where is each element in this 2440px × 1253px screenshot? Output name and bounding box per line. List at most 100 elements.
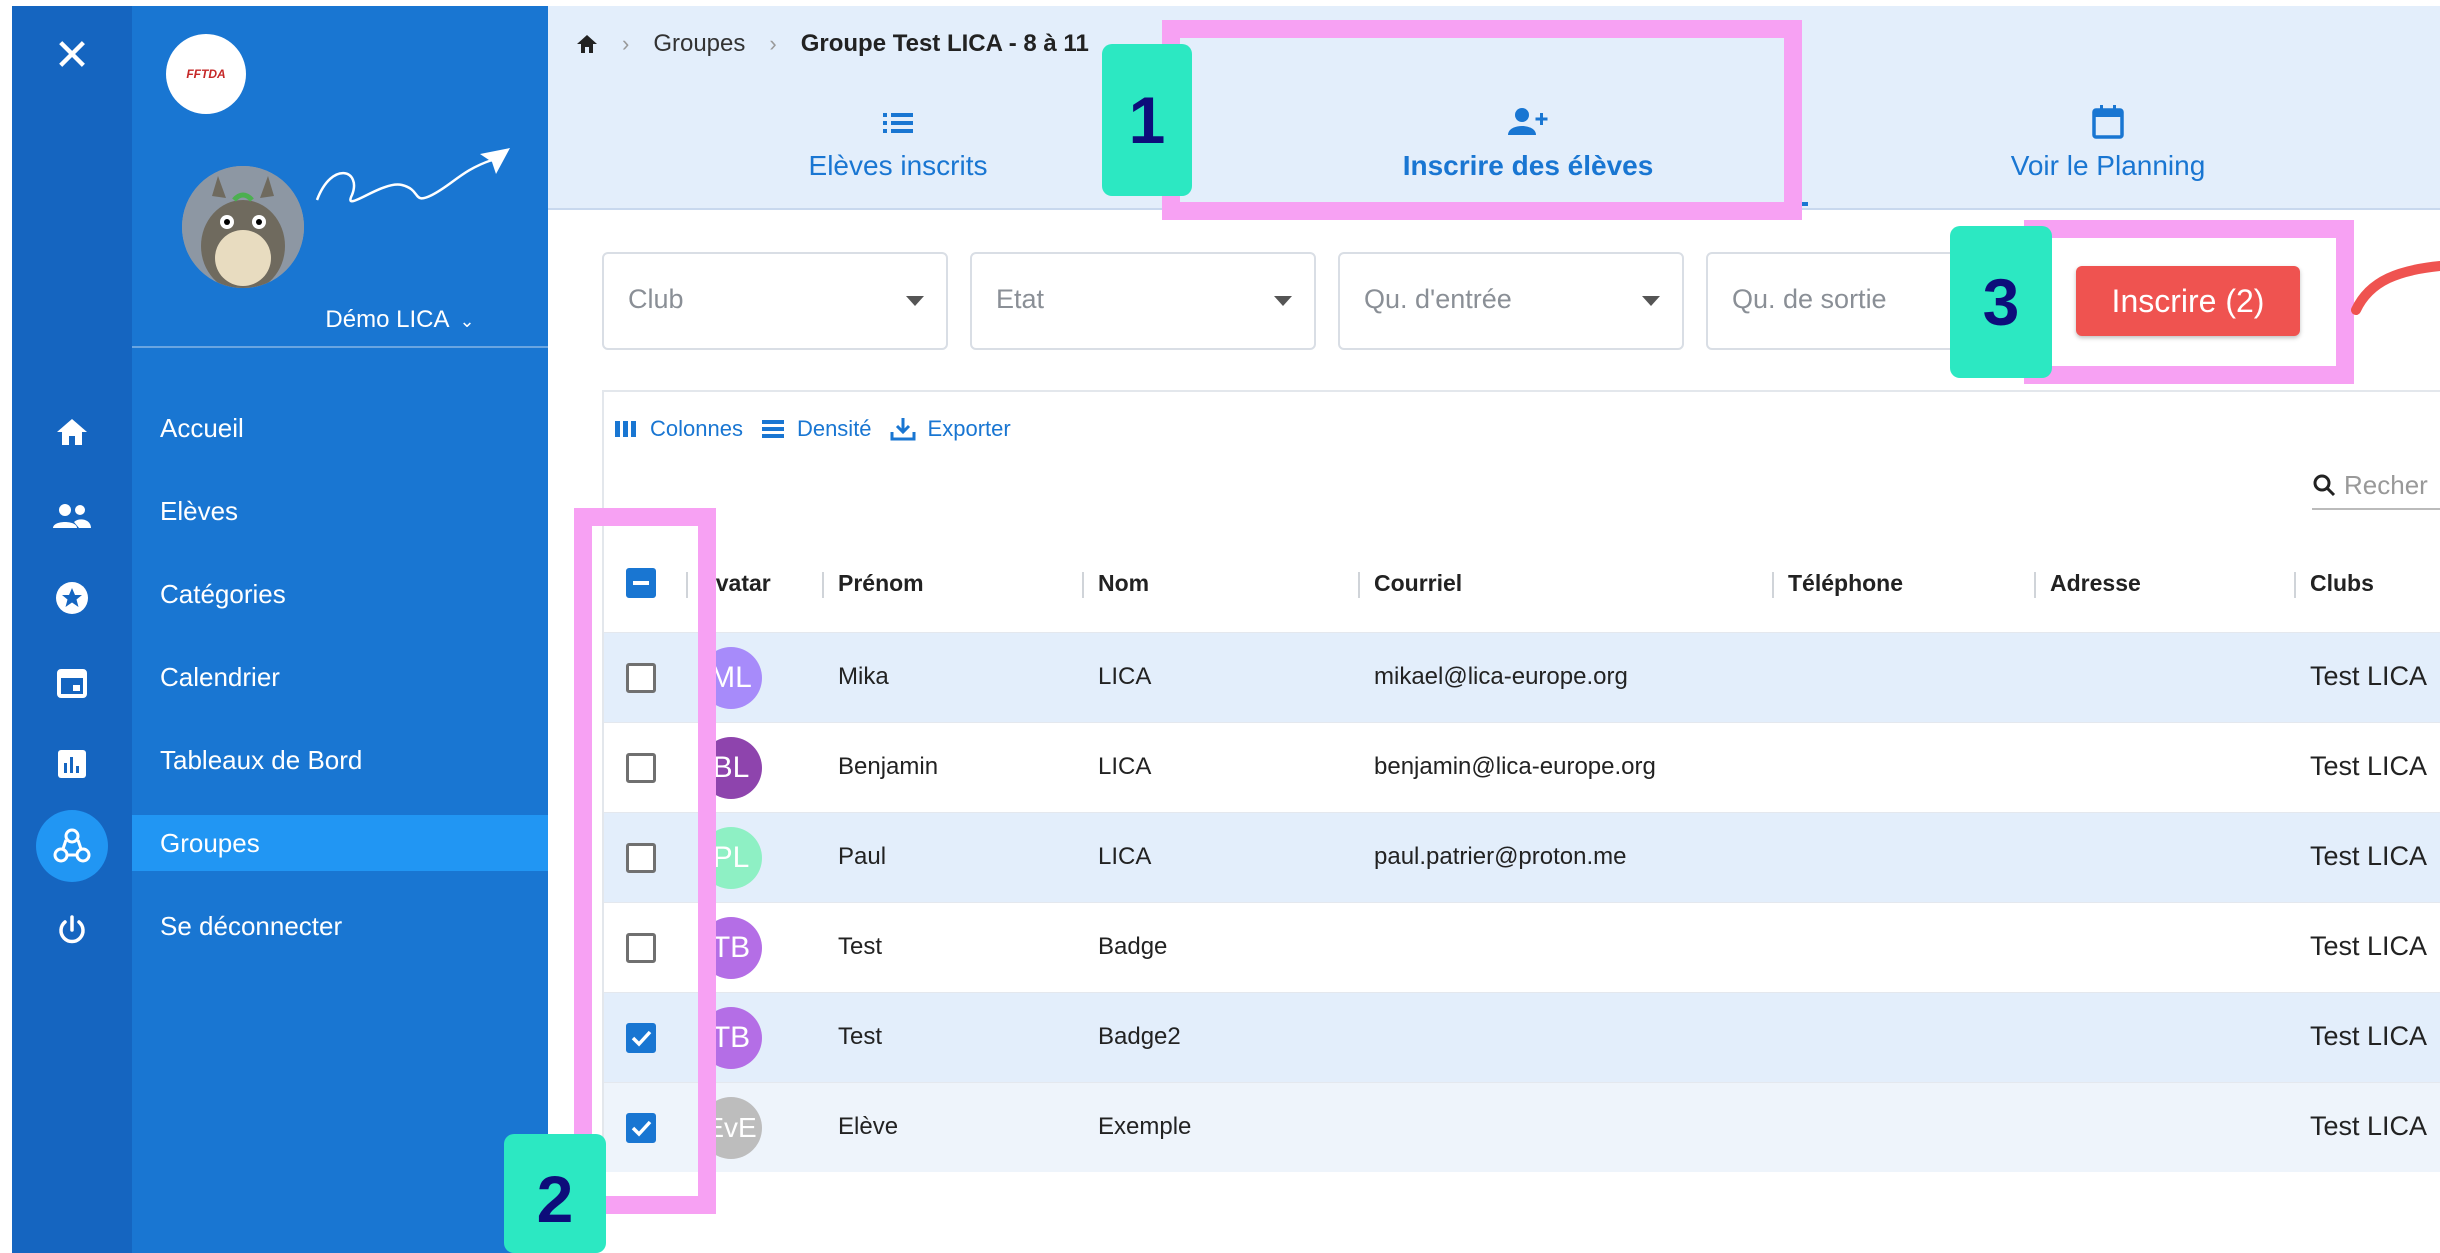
etat-select[interactable]: Etat xyxy=(970,252,1316,350)
qu-entree-select[interactable]: Qu. d'entrée xyxy=(1338,252,1684,350)
club-select[interactable]: Club xyxy=(602,252,948,350)
cell-courriel: benjamin@lica-europe.org xyxy=(1374,753,1656,780)
dropdown-arrow-icon xyxy=(1274,296,1292,306)
highlight-box-tab xyxy=(1162,20,1802,220)
cell-prenom: Test xyxy=(838,1023,883,1050)
download-icon xyxy=(890,418,916,441)
user-name-label: Démo LICA xyxy=(325,306,450,333)
sidebar-item-groupes[interactable]: Groupes xyxy=(132,815,548,871)
sidebar-item-label: Accueil xyxy=(160,413,244,443)
annotation-arrow-curve xyxy=(2351,261,2440,315)
list-icon xyxy=(883,113,913,133)
calendar-icon[interactable] xyxy=(48,658,96,706)
cell-prenom: Mika xyxy=(838,663,889,690)
sidebar-item-deconnecter[interactable]: Se déconnecter xyxy=(132,898,548,954)
cell-club: Test LICA xyxy=(2310,1021,2428,1051)
columns-label: Colonnes xyxy=(650,416,743,441)
cell-prenom: Paul xyxy=(838,843,887,870)
density-icon xyxy=(761,420,784,438)
highlight-box-inscrire xyxy=(2024,220,2354,384)
cell-nom: Badge2 xyxy=(1098,1023,1181,1050)
col-header-adresse[interactable]: Adresse xyxy=(2050,570,2141,597)
home-icon[interactable] xyxy=(576,34,598,54)
export-button[interactable]: Exporter xyxy=(890,416,1011,442)
calendar-icon xyxy=(2092,105,2124,139)
col-header-nom[interactable]: Nom xyxy=(1098,570,1149,597)
table-row[interactable]: ML Mika LICA mikael@lica-europe.org Test… xyxy=(604,632,2440,722)
sidebar-item-label: Catégories xyxy=(160,579,286,609)
sidebar-item-label: Groupes xyxy=(160,828,260,858)
table-row[interactable]: EvE Elève Exemple Test LICA xyxy=(604,1082,2440,1172)
column-separator xyxy=(822,572,824,598)
icon-rail: ✕ xyxy=(12,6,132,1253)
density-button[interactable]: Densité xyxy=(761,416,872,442)
paper-plane-icon xyxy=(315,148,510,203)
table-row[interactable]: BL Benjamin LICA benjamin@lica-europe.or… xyxy=(604,722,2440,812)
table-row[interactable]: TB Test Badge2 Test LICA xyxy=(604,992,2440,1082)
col-header-clubs[interactable]: Clubs xyxy=(2310,570,2374,597)
col-header-telephone[interactable]: Téléphone xyxy=(1788,570,1903,597)
sidebar-item-tableaux[interactable]: Tableaux de Bord xyxy=(132,732,548,788)
sidebar-item-calendrier[interactable]: Calendrier xyxy=(132,649,548,705)
power-icon[interactable] xyxy=(48,906,96,954)
close-icon[interactable]: ✕ xyxy=(48,32,96,80)
tab-voir-planning[interactable]: Voir le Planning xyxy=(1928,102,2288,202)
sidebar-item-eleves[interactable]: Elèves xyxy=(132,483,548,539)
col-header-prenom[interactable]: Prénom xyxy=(838,570,924,597)
tab-eleves-inscrits[interactable]: Elèves inscrits xyxy=(708,102,1088,202)
sidebar-item-accueil[interactable]: Accueil xyxy=(132,400,548,456)
density-label: Densité xyxy=(796,416,872,441)
cell-club: Test LICA xyxy=(2310,751,2428,781)
columns-icon xyxy=(615,421,636,437)
col-header-courriel[interactable]: Courriel xyxy=(1374,570,1462,597)
cell-nom: Exemple xyxy=(1098,1113,1192,1140)
search-input[interactable]: Recher xyxy=(2312,462,2440,510)
tab-label: Voir le Planning xyxy=(2010,150,2206,181)
search-icon xyxy=(2313,474,2336,497)
sidebar-item-label: Se déconnecter xyxy=(160,911,343,941)
etat-select-label: Etat xyxy=(996,284,1045,314)
export-label: Exporter xyxy=(927,416,1011,441)
fftda-logo: FFTDA xyxy=(166,34,246,114)
star-circle-icon[interactable] xyxy=(48,574,96,622)
home-icon[interactable] xyxy=(48,408,96,456)
sidebar: FFTDA Démo LICA ⌄ Accueil Elèves Catégori… xyxy=(132,6,548,1253)
cell-courriel: paul.patrier@proton.me xyxy=(1374,843,1627,870)
table-row[interactable]: TB Test Badge Test LICA xyxy=(604,902,2440,992)
cell-nom: LICA xyxy=(1098,753,1152,780)
breadcrumb-separator: › xyxy=(622,31,630,56)
breadcrumb-separator: › xyxy=(769,31,777,56)
dropdown-arrow-icon xyxy=(906,296,924,306)
table-header: Avatar Prénom Nom Courriel Téléphone Adr… xyxy=(604,542,2440,632)
step-marker-1: 1 xyxy=(1102,44,1192,196)
sidebar-item-label: Tableaux de Bord xyxy=(160,745,363,775)
breadcrumb-groupes[interactable]: Groupes xyxy=(653,30,745,58)
search-placeholder: Recher xyxy=(2344,469,2428,500)
cell-prenom: Elève xyxy=(838,1113,899,1140)
step-marker-3: 3 xyxy=(1950,226,2052,378)
column-separator xyxy=(2034,572,2036,598)
user-avatar[interactable] xyxy=(182,166,304,288)
cell-nom: LICA xyxy=(1098,663,1152,690)
chevron-down-icon: ⌄ xyxy=(459,311,475,331)
qu-sortie-label: Qu. de sortie xyxy=(1732,284,1887,314)
cell-courriel: mikael@lica-europe.org xyxy=(1374,663,1628,690)
columns-button[interactable]: Colonnes xyxy=(614,416,743,442)
grid-toolbar: Colonnes Densité Exporter xyxy=(614,416,1011,442)
club-select-label: Club xyxy=(628,284,684,314)
dashboard-icon[interactable] xyxy=(48,740,96,788)
groups-icon[interactable] xyxy=(36,810,108,882)
cell-nom: LICA xyxy=(1098,843,1152,870)
table-row[interactable]: PL Paul LICA paul.patrier@proton.me Test… xyxy=(604,812,2440,902)
people-icon[interactable] xyxy=(48,492,96,540)
column-separator xyxy=(1772,572,1774,598)
sidebar-divider xyxy=(132,346,548,348)
cell-nom: Badge xyxy=(1098,933,1168,960)
dropdown-arrow-icon xyxy=(1642,296,1660,306)
breadcrumb-current: Groupe Test LICA - 8 à 11 xyxy=(800,30,1089,57)
column-separator xyxy=(1082,572,1084,598)
user-menu[interactable]: Démo LICA ⌄ xyxy=(132,306,548,334)
cell-club: Test LICA xyxy=(2310,931,2428,961)
sidebar-item-categories[interactable]: Catégories xyxy=(132,566,548,622)
cell-prenom: Test xyxy=(838,933,883,960)
